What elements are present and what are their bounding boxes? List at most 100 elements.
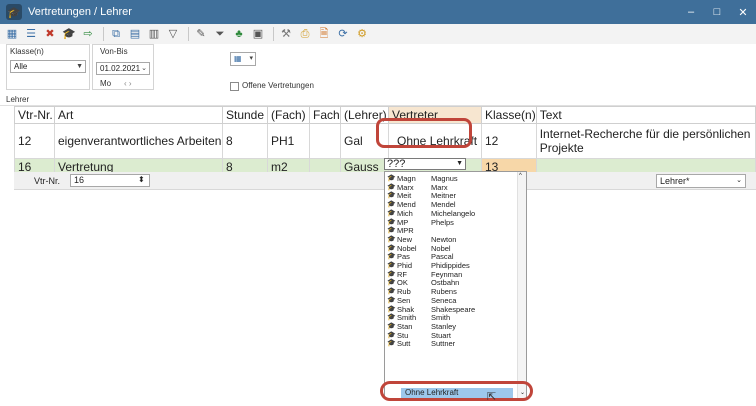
dropdown-item-code: Stu (397, 330, 409, 340)
teacher-icon[interactable]: 🎓 (61, 26, 77, 42)
app-icon: 🎓 (6, 4, 22, 20)
dropdown-item[interactable]: 🎓 Phid Phidippides (387, 261, 515, 270)
vertreter-dropdown[interactable]: 🎓 Magn Magnus 🎓 Marx Marx 🎓 Meit Meitner 🎓 Mend Men… (384, 171, 527, 399)
grid-icon[interactable]: ▦ (4, 26, 20, 42)
copy-icon[interactable]: ⧉ (108, 26, 124, 42)
dropdown-item[interactable]: 🎓 Magn Magnus (387, 174, 515, 183)
cell-stunde[interactable]: 8 (222, 123, 268, 159)
close-button[interactable]: ✕ (730, 0, 756, 24)
window-controls: ‒ □ ✕ (678, 0, 756, 24)
dropdown-item-code: New (397, 234, 413, 244)
cell-klasse[interactable]: 12 (481, 123, 537, 159)
teacher-icon: 🎓 (387, 279, 396, 287)
dropdown-scrollbar[interactable]: ^ (517, 172, 526, 398)
col-art[interactable]: Art (54, 106, 223, 124)
print-icon[interactable]: ⎙ (297, 26, 313, 42)
chevron-up-icon[interactable]: ^ (519, 173, 522, 179)
dropdown-item-name: Feynman (431, 269, 463, 279)
date-input[interactable]: 01.02.2021 ⌄ (96, 62, 150, 75)
dropdown-item[interactable]: 🎓 MP Phelps (387, 218, 515, 227)
cell-text[interactable]: Internet-Recherche für die persönlichen … (535, 123, 756, 159)
teacher-icon: 🎓 (387, 227, 396, 235)
dropdown-item-code: OK (397, 278, 408, 288)
dropdown-item-code: Rub (397, 287, 411, 297)
columns-icon[interactable]: ▥ (146, 26, 162, 42)
dropdown-item-code: Mich (397, 208, 413, 218)
maximize-button[interactable]: □ (704, 0, 730, 24)
filter-icon[interactable]: ▽ (165, 26, 181, 42)
dropdown-item[interactable]: 🎓 Shak Shakespeare (387, 305, 515, 314)
tools-icon[interactable]: ⚒ (278, 26, 294, 42)
teacher-icon: 🎓 (387, 218, 396, 226)
weekday-label: Mo (100, 79, 112, 88)
dropdown-item-name: Seneca (431, 295, 457, 305)
dropdown-item[interactable]: 🎓 Mich Michelangelo (387, 209, 515, 218)
dropdown-item-code: Magn (397, 174, 416, 183)
edit-icon[interactable]: ✎ (193, 26, 209, 42)
lehrer-filter-value: Lehrer* (660, 176, 690, 186)
col-klasse[interactable]: Klasse(n) (481, 106, 537, 124)
cell-art[interactable]: eigenverantwortliches Arbeiten (54, 123, 223, 159)
vertreter-combo[interactable]: ??? ▼ (384, 158, 466, 170)
dropdown-item-code: Sen (397, 295, 411, 305)
klasse-select[interactable]: Alle ▼ (10, 60, 86, 73)
teacher-icon: 🎓 (387, 296, 396, 304)
col-stunde[interactable]: Stunde (222, 106, 268, 124)
dropdown-item-code: MP (397, 217, 409, 227)
dropdown-item[interactable]: 🎓 Sutt Suttner (387, 339, 515, 348)
document-icon[interactable]: 🗎 (316, 26, 332, 42)
toolbar: ▦ ☰ ✖ 🎓 ⇨ ⧉ ▤ ▥ ▽ ✎ ⏷ ♣ ▣ ⚒ ⎙ 🗎 ⟳ ⚙ (0, 24, 756, 44)
dropdown-item[interactable]: 🎓 Mend Mendel (387, 200, 515, 209)
teacher-icon: 🎓 (387, 305, 396, 313)
chevron-down-icon[interactable]: ▼ (456, 159, 463, 169)
lehrer-filter-select[interactable]: Lehrer* ⌄ (656, 174, 746, 188)
dropdown-item-code: Marx (397, 182, 414, 192)
dropdown-item[interactable]: 🎓 Pas Pascal (387, 252, 515, 261)
dropdown-item-name: Meitner (431, 191, 457, 201)
people-icon[interactable]: ♣ (231, 26, 247, 42)
dropdown-item[interactable]: 🎓 OK Ostbahn (387, 278, 515, 287)
dropdown-item-code: RF (397, 269, 407, 279)
col-vtr-nr[interactable]: Vtr-Nr. (14, 106, 55, 124)
table-icon[interactable]: ▤ (127, 26, 143, 42)
dropdown-item[interactable]: 🎓 Rub Rubens (387, 287, 515, 296)
col-text[interactable]: Text (535, 106, 756, 124)
dropdown-item-code: MPR (397, 226, 414, 236)
dropdown-item[interactable]: 🎓 Nobel Nobel (387, 244, 515, 253)
teacher-icon: 🎓 (387, 235, 396, 243)
vtr-nr-label: Vtr-Nr. (34, 176, 60, 186)
offene-label: Offene Vertretungen (242, 81, 314, 90)
dropdown-item[interactable]: 🎓 RF Feynman (387, 270, 515, 279)
list-icon[interactable]: ☰ (23, 26, 39, 42)
cell-nr[interactable]: 12 (14, 123, 55, 159)
dropdown-item[interactable]: 🎓 Meit Meitner (387, 191, 515, 200)
refresh-icon[interactable]: ⟳ (335, 26, 351, 42)
dropdown-item[interactable]: 🎓 MPR (387, 226, 515, 235)
teacher-icon: 🎓 (387, 201, 396, 209)
teacher-icon: 🎓 (387, 288, 396, 296)
vonbis-label: Von-Bis (100, 47, 128, 56)
dropdown-item[interactable]: 🎓 Smith Smith (387, 313, 515, 322)
delete-icon[interactable]: ✖ (42, 26, 58, 42)
dropdown-item[interactable]: 🎓 Stu Stuart (387, 331, 515, 340)
col-fach[interactable]: Fach (309, 106, 341, 124)
funnel-icon[interactable]: ⏷ (212, 26, 228, 42)
dropdown-item[interactable]: 🎓 Marx Marx (387, 183, 515, 192)
chevron-down-icon: ⌄ (736, 177, 742, 184)
settings-icon[interactable]: ⚙ (354, 26, 370, 42)
offene-checkbox[interactable] (230, 82, 239, 91)
view-select[interactable]: ▦ ▾ (230, 52, 256, 66)
teacher-icon: 🎓 (387, 314, 396, 322)
dropdown-item[interactable]: 🎓 Stan Stanley (387, 322, 515, 331)
cell-fach[interactable] (309, 123, 341, 159)
cell-fach-alt[interactable]: PH1 (267, 123, 310, 159)
col-fach-alt[interactable]: (Fach) (267, 106, 310, 124)
weekday-nav[interactable]: ‹ › (124, 79, 132, 88)
spinner-icon[interactable]: ⬍ (138, 175, 145, 184)
export-icon[interactable]: ⇨ (80, 26, 96, 42)
dropdown-item[interactable]: 🎓 New Newton (387, 235, 515, 244)
chevron-down-icon: ▾ (249, 55, 253, 62)
minimize-button[interactable]: ‒ (678, 0, 704, 24)
dropdown-item[interactable]: 🎓 Sen Seneca (387, 296, 515, 305)
calc-icon[interactable]: ▣ (250, 26, 266, 42)
